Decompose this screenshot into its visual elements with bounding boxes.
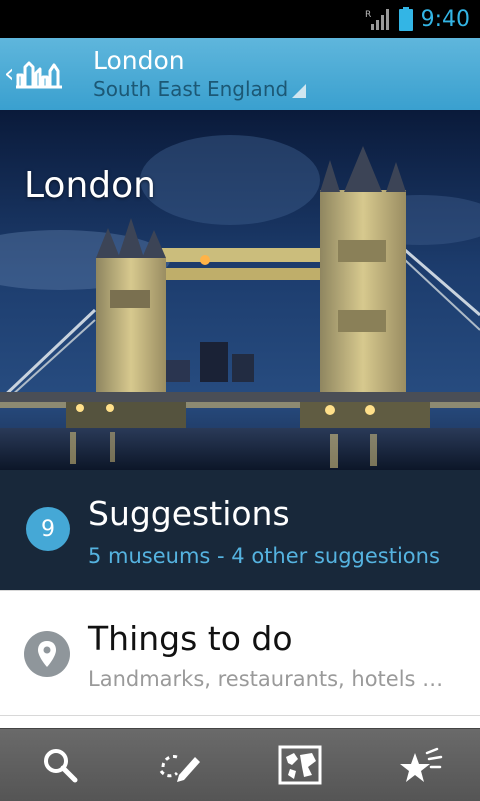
app-bar-title: London — [93, 46, 185, 75]
things-to-do-row[interactable]: Things to do Landmarks, restaurants, hot… — [0, 590, 480, 716]
status-bar: R 9:40 — [0, 0, 480, 38]
signal-icon: R — [365, 8, 391, 30]
things-to-do-subtitle: Landmarks, restaurants, hotels … — [88, 667, 444, 691]
search-button[interactable] — [0, 729, 120, 801]
bottom-action-bar — [0, 728, 480, 801]
things-to-do-title: Things to do — [88, 619, 293, 658]
suggestions-subtitle: 5 museums - 4 other suggestions — [88, 544, 440, 568]
chevron-left-icon: ‹ — [4, 59, 15, 89]
edit-button[interactable] — [120, 729, 240, 801]
battery-icon — [398, 7, 413, 31]
up-button[interactable]: ‹ — [4, 48, 74, 100]
suggestions-row[interactable]: 9 Suggestions 5 museums - 4 other sugges… — [0, 470, 480, 590]
app-logo-icon — [16, 61, 63, 89]
suggestions-count-badge: 9 — [26, 507, 70, 551]
suggestions-title: Suggestions — [88, 494, 290, 533]
title-block[interactable]: London South East England — [93, 46, 307, 102]
region-spinner[interactable]: South East England — [93, 76, 307, 102]
map-button[interactable] — [240, 729, 360, 801]
favorites-button[interactable] — [360, 729, 480, 801]
map-icon — [278, 745, 322, 785]
location-pin-icon — [24, 631, 70, 677]
region-label: South East England — [93, 77, 289, 101]
clock: 9:40 — [420, 6, 470, 32]
hero-image[interactable]: London — [0, 110, 480, 470]
hero-title: London — [24, 165, 156, 206]
search-icon — [44, 749, 78, 783]
status-icons: R 9:40 — [365, 0, 470, 38]
app-bar: ‹ London South East England — [0, 38, 480, 111]
edit-icon — [159, 755, 200, 782]
roaming-indicator: R — [365, 10, 371, 20]
stars-icon — [400, 747, 443, 782]
dropdown-triangle-icon — [292, 84, 307, 98]
